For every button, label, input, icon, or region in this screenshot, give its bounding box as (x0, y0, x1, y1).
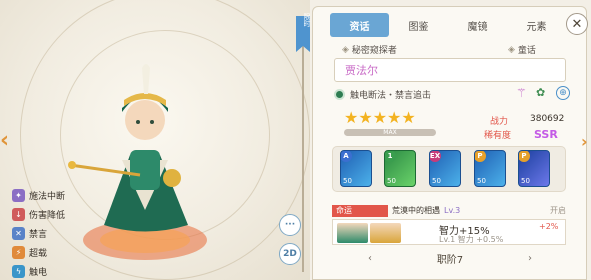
traits-row: 触电断法・禁言追击 (334, 88, 431, 101)
tab-element[interactable]: 元素 (507, 13, 566, 37)
power-row: 战力 380692 (490, 114, 564, 127)
max-label: MAX (383, 129, 397, 136)
portrait-icon (370, 223, 401, 243)
shock-icon: ϟ (12, 265, 25, 278)
skill-level: 50 (432, 177, 441, 185)
fate-tab-label[interactable]: 命运 (332, 205, 388, 217)
power-value: 380692 (530, 114, 565, 124)
trait-label: 禁言 (29, 230, 48, 240)
trait-row: ϟ 触电 (12, 263, 65, 280)
leaf-icon[interactable]: ✿ (536, 86, 550, 100)
skill-badge: P (475, 151, 486, 162)
stars-icon: ★★★★★ (344, 108, 416, 127)
trait-row: ⚡ 超载 (12, 244, 65, 261)
skill-level: 50 (343, 177, 352, 185)
silence-icon: ✕ (12, 227, 25, 240)
fate-header: 命运 荒漠中的相遇 Lv.3 开启 (332, 205, 566, 217)
next-arrow-icon[interactable]: › (581, 132, 588, 151)
side-tag-label: 限时 (303, 13, 311, 27)
close-icon: ✕ (571, 16, 583, 32)
prev-character-arrow[interactable]: ‹ (0, 130, 9, 152)
rarity-label: 稀有度 (484, 131, 512, 141)
element-icon (334, 89, 345, 100)
wand-icon[interactable]: ⚚ (516, 86, 530, 100)
stage-prev-arrow[interactable]: ‹ (334, 253, 372, 264)
stage-next-arrow[interactable]: › (528, 253, 566, 264)
rarity-row: 稀有度 SSR (484, 128, 558, 141)
target-icon[interactable]: ⊕ (556, 86, 570, 100)
trait-label: 触电 (29, 268, 48, 278)
rarity-value: SSR (534, 128, 558, 141)
traits-label: 触电断法・禁言追击 (350, 91, 432, 101)
star-rating: ★★★★★ (344, 110, 416, 126)
skill-icon[interactable]: P 50 (518, 150, 550, 187)
character-scene: ‹ ✦ 施法中断 ↓ 伤害降低 ✕ 禁言 ⚡ 超载 ϟ 触电 ··· 2D (0, 0, 310, 280)
fate-card[interactable]: 智力+15% Lv.1 智力 +0.5% +2% (332, 219, 566, 245)
interrupt-icon: ✦ (12, 189, 25, 202)
max-bar: MAX (344, 129, 436, 136)
stage-label: 职阶7 (436, 254, 464, 266)
overload-icon: ⚡ (12, 246, 25, 259)
rail-decoration (296, 16, 310, 272)
skill-badge: EX (429, 151, 441, 162)
action-icons: ⚚ ✿ ⊕ (516, 86, 570, 100)
fate-level: Lv.3 (444, 206, 461, 215)
tab-profile[interactable]: 资话 (330, 13, 389, 37)
fate-portraits (337, 223, 401, 243)
tale-row: ◈ 童话 (508, 43, 536, 57)
trait-label: 超载 (29, 249, 48, 259)
damage-down-icon: ↓ (12, 208, 25, 221)
fate-effect-detail: Lv.1 智力 +0.5% (439, 235, 504, 244)
skill-icon[interactable]: EX 50 (429, 150, 461, 187)
archetype-label: 秘密窥探者 (351, 46, 397, 56)
character-name-box: 贾法尔 (334, 58, 566, 82)
fate-state: 开启 (550, 206, 566, 215)
skill-icon[interactable]: 1 50 (384, 150, 416, 187)
diamond-icon: ◈ (508, 44, 515, 55)
skill-level: 50 (477, 177, 486, 185)
skill-badge: A (341, 151, 352, 162)
trait-row: ✕ 禁言 (12, 225, 65, 242)
fate-title: 荒漠中的相遇 (392, 206, 440, 215)
character-name: 贾法尔 (345, 64, 378, 77)
trait-label: 施法中断 (29, 192, 66, 202)
trait-row: ↓ 伤害降低 (12, 206, 65, 223)
diamond-icon: ◈ (342, 44, 349, 55)
tale-label: 童话 (517, 46, 536, 56)
tab-bar: 资话 图鉴 魔镜 元素 (330, 13, 566, 37)
portrait-icon (337, 223, 368, 243)
stage-bar: ‹ 职阶7 › (334, 250, 566, 266)
skill-level: 50 (387, 177, 396, 185)
tab-gallery[interactable]: 图鉴 (389, 13, 448, 37)
side-rail (293, 10, 313, 272)
close-button[interactable]: ✕ (566, 13, 588, 35)
tab-mirror[interactable]: 魔镜 (448, 13, 507, 37)
skill-badge: P (519, 151, 530, 162)
power-label: 战力 (490, 117, 509, 127)
archetype-row: ◈ 秘密窥探者 (342, 43, 397, 57)
fate-delta: +2% (539, 222, 559, 231)
trait-label: 伤害降低 (29, 211, 66, 221)
skill-badge: 1 (385, 151, 396, 162)
skill-level: 50 (521, 177, 530, 185)
trait-list: ✦ 施法中断 ↓ 伤害降低 ✕ 禁言 ⚡ 超载 ϟ 触电 (12, 187, 65, 280)
skill-icon[interactable]: P 50 (474, 150, 506, 187)
trait-row: ✦ 施法中断 (12, 187, 65, 204)
skill-icon[interactable]: A 50 (340, 150, 372, 187)
character-portrait (68, 64, 207, 260)
